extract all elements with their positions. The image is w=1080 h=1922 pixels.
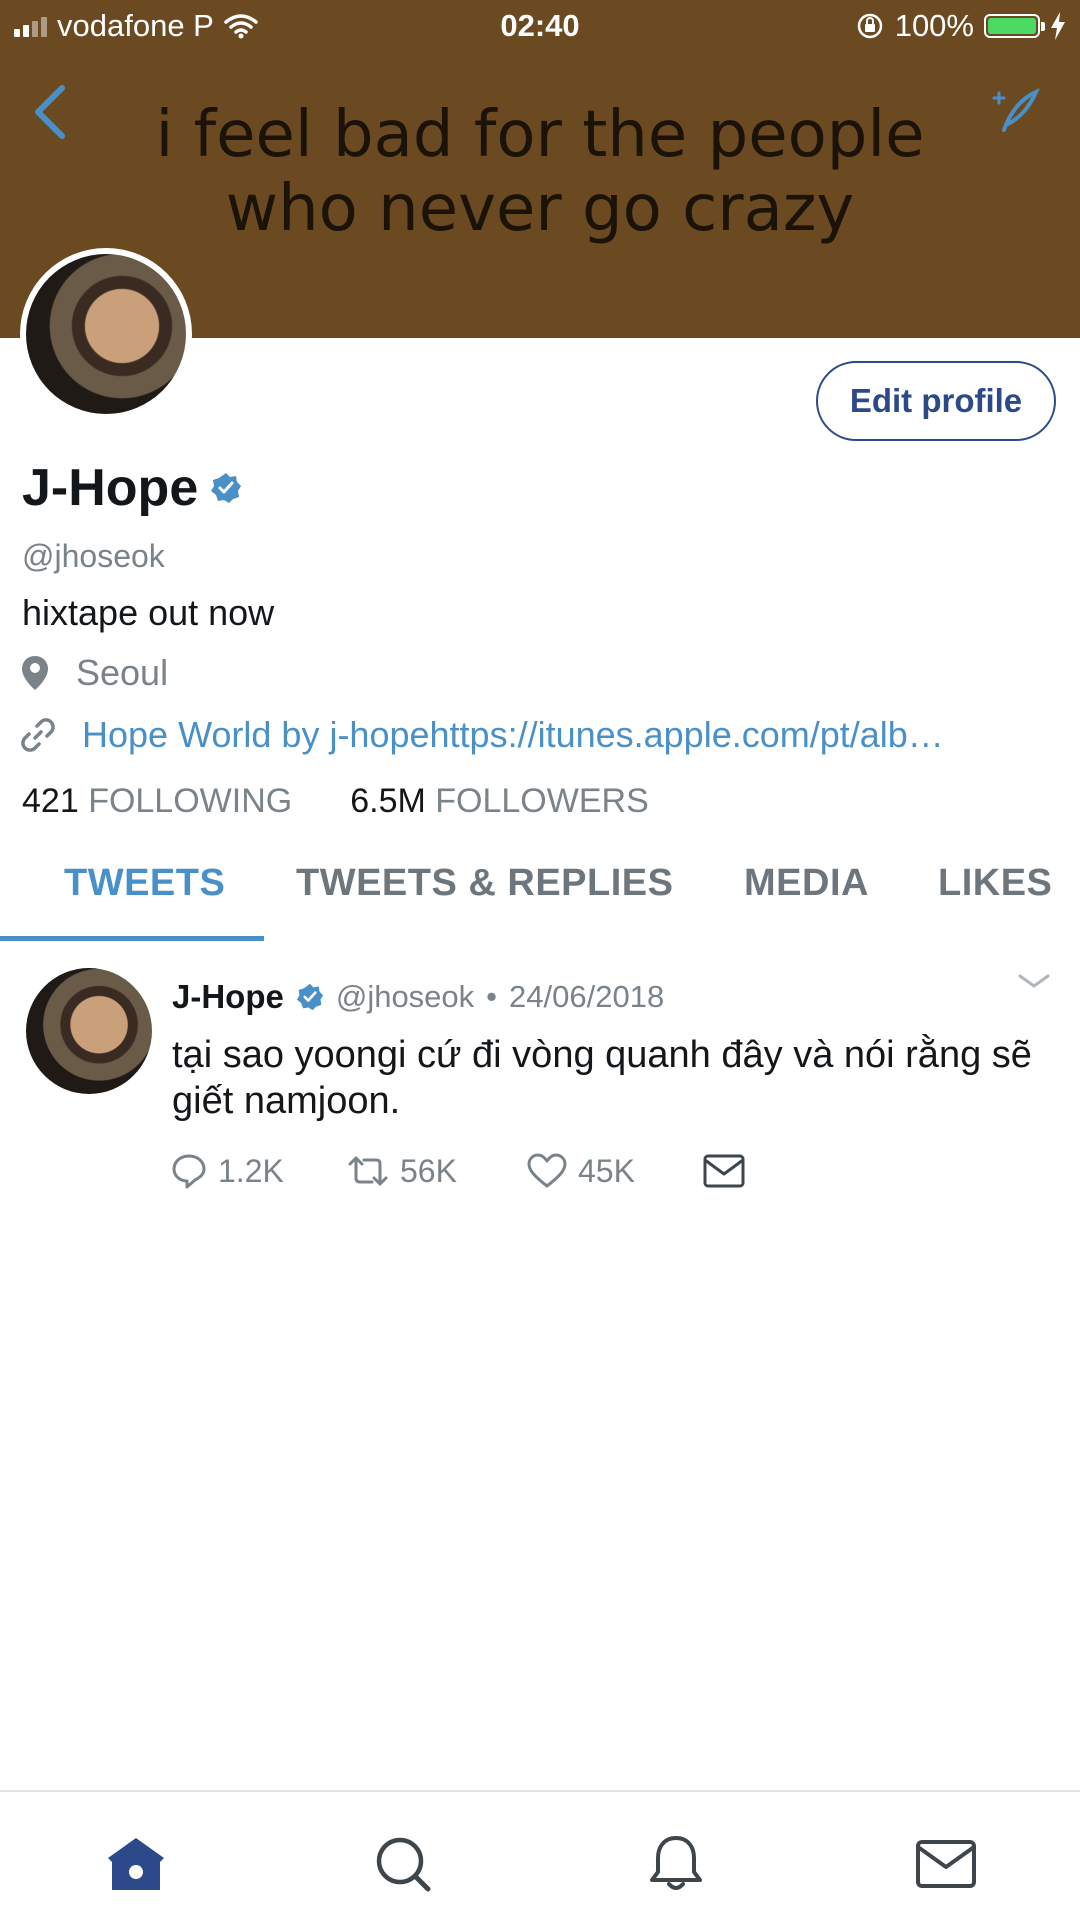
website-link[interactable]: Hope World by j-hopehttps://itunes.apple… [82,714,944,756]
link-icon [21,718,55,752]
tweet-author-name[interactable]: J-Hope [172,978,284,1016]
verified-badge-icon [296,983,323,1011]
follow-stats: 421 FOLLOWING 6.5M FOLLOWERS [22,782,649,821]
profile-name: J-Hope [22,459,199,517]
tweet-item[interactable]: J-Hope @jhoseok • 24/06/2018 tại sao yoo… [0,948,1080,1228]
battery-icon [984,14,1045,38]
bottom-nav [0,1790,1080,1922]
search-icon[interactable] [372,1834,436,1894]
back-icon[interactable] [30,82,70,142]
tab-media[interactable]: MEDIA [744,862,869,905]
tweet-header: J-Hope @jhoseok • 24/06/2018 [172,978,664,1016]
tweet-separator: • [486,979,498,1014]
followers-stat[interactable]: 6.5M FOLLOWERS [350,782,649,821]
reply-button[interactable]: 1.2K [170,1152,346,1190]
profile-avatar[interactable] [20,248,192,420]
location-row: Seoul [20,652,168,694]
tweet-date: 24/06/2018 [509,979,665,1014]
tab-likes[interactable]: LIKES [938,862,1052,905]
banner-quote: i feel bad for the people who never go c… [0,98,1080,246]
like-count: 45K [578,1152,635,1189]
tab-tweets[interactable]: TWEETS [64,862,225,905]
location-pin-icon [22,656,48,690]
followers-count: 6.5M [350,782,426,820]
mail-icon[interactable] [914,1834,978,1894]
battery-percent: 100% [894,8,974,43]
profile-bio: hixtape out now [22,592,275,633]
mail-icon [703,1154,745,1188]
banner-line-1: i feel bad for the people [155,98,925,172]
home-icon[interactable] [104,1834,168,1894]
retweet-icon [348,1156,388,1186]
tweet-avatar[interactable] [26,968,152,1094]
tab-tweets-replies[interactable]: TWEETS & REPLIES [296,862,673,905]
charging-bolt-icon [1051,12,1065,40]
retweet-button[interactable]: 56K [346,1152,526,1190]
website-row[interactable]: Hope World by j-hopehttps://itunes.apple… [20,714,944,756]
orientation-lock-icon [857,13,882,39]
bell-icon[interactable] [644,1834,708,1894]
heart-icon [527,1153,567,1188]
profile-handle: @jhoseok [22,538,165,574]
followers-label: FOLLOWERS [435,782,649,820]
following-stat[interactable]: 421 FOLLOWING [22,782,292,821]
direct-message-button[interactable] [702,1152,746,1190]
tweet-actions: 1.2K 56K 45K [170,1152,746,1190]
following-label: FOLLOWING [88,782,293,820]
tweet-author-handle: @jhoseok [335,979,475,1014]
status-right: 100% [855,8,1066,44]
location-text: Seoul [76,652,169,693]
retweet-count: 56K [400,1152,457,1189]
profile-tabs: TWEETS TWEETS & REPLIES MEDIA LIKES [0,836,1080,942]
active-tab-indicator [0,936,264,941]
reply-count: 1.2K [218,1152,284,1189]
status-bar: vodafone P 02:40 100% [0,0,1080,52]
following-count: 421 [22,782,79,820]
edit-profile-button[interactable]: Edit profile [816,361,1056,441]
chevron-down-icon[interactable] [1016,970,1052,994]
banner-line-2: who never go crazy [225,172,855,246]
avatar-image [26,254,186,414]
reply-icon [172,1154,206,1189]
like-button[interactable]: 45K [526,1152,702,1190]
quill-compose-icon[interactable] [990,86,1040,136]
tweet-text: tại sao yoongi cứ đi vòng quanh đây và n… [172,1034,1032,1122]
verified-badge-icon [211,473,242,503]
profile-name-row: J-Hope [22,458,242,518]
